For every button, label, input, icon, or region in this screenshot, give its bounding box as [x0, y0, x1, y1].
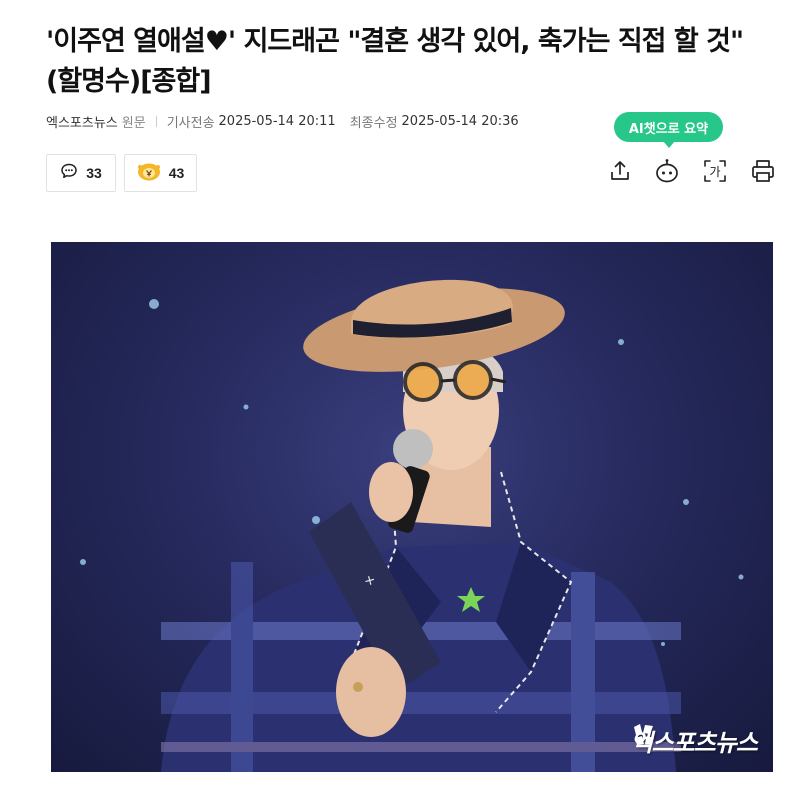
ai-bot-button[interactable] [652, 156, 682, 186]
ai-summary-label: AI챗으로 요약 [628, 121, 709, 137]
article-meta: 엑스포츠뉴스 원문 기사전송 2025-05-14 20:11 최종수정 202… [46, 112, 519, 131]
meta-divider [155, 115, 157, 127]
sent-label: 기사전송 [166, 115, 215, 131]
sent-time: 2025-05-14 20:11 [218, 113, 336, 129]
origin-link[interactable]: 원문 [122, 112, 146, 131]
share-icon [611, 161, 629, 180]
modified-label: 최종수정 [349, 115, 398, 131]
press-logo-icon [633, 724, 654, 745]
print-icon [752, 160, 774, 182]
press-watermark: 엑스포츠뉴스 [631, 723, 758, 758]
reaction-count: 43 [168, 165, 185, 181]
font-size-button[interactable]: 가 [700, 156, 730, 186]
share-button[interactable] [605, 156, 635, 186]
article-photo: ✕ 엑스포츠뉴스 [51, 242, 773, 772]
ai-bot-icon [656, 159, 678, 183]
press-name[interactable]: 엑스포츠뉴스 [46, 112, 118, 131]
print-button[interactable] [748, 156, 778, 186]
reaction-button[interactable]: 43 [124, 154, 197, 192]
photo-illustration: ✕ [80, 279, 744, 772]
comment-icon [60, 162, 78, 184]
badge-tail [662, 141, 675, 148]
font-size-icon: 가 [704, 160, 726, 182]
modified-time: 2025-05-14 20:36 [401, 113, 519, 129]
reaction-emoji-icon [137, 161, 161, 185]
comment-button[interactable]: 33 [46, 154, 116, 192]
article-headline: '이주연 열애설♥' 지드래곤 "결혼 생각 있어, 축가는 직접 할 것" (… [46, 26, 744, 97]
ai-summary-badge[interactable]: AI챗으로 요약 [614, 112, 723, 148]
comment-count: 33 [86, 165, 102, 181]
font-size-glyph: 가 [709, 165, 720, 179]
